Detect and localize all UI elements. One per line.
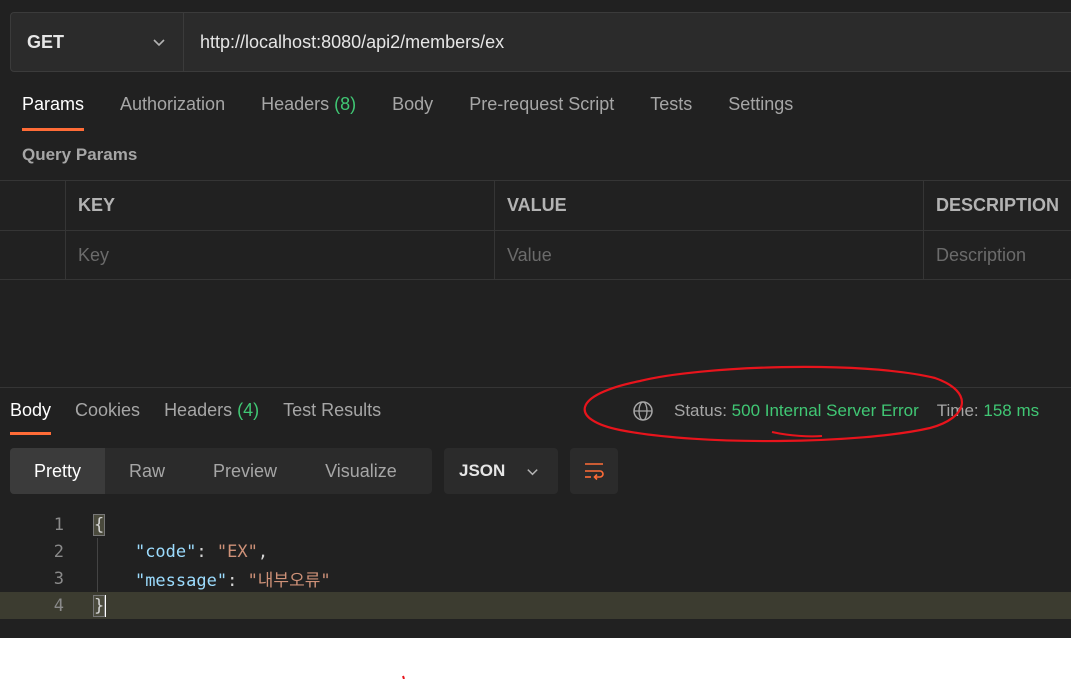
tab-tests[interactable]: Tests <box>650 94 692 132</box>
mode-pretty[interactable]: Pretty <box>10 448 106 494</box>
request-tabs: Params Authorization Headers (8) Body Pr… <box>22 94 829 132</box>
response-tab-headers[interactable]: Headers (4) <box>164 400 259 421</box>
key-input[interactable]: Key <box>65 231 494 279</box>
code-text: } <box>92 594 107 617</box>
url-input[interactable]: http://localhost:8080/api2/members/ex <box>184 13 1071 71</box>
status-value[interactable]: 500 Internal Server Error <box>732 401 919 421</box>
line-number: 1 <box>53 514 64 535</box>
response-status: Status: 500 Internal Server Error Time: … <box>632 400 1039 422</box>
column-description: DESCRIPTION <box>923 181 1071 230</box>
method-select[interactable]: GET <box>11 13 184 71</box>
code-line-current: 4 } <box>0 592 1071 619</box>
column-key: KEY <box>65 181 494 230</box>
tab-settings[interactable]: Settings <box>728 94 793 132</box>
tab-pre-request-script[interactable]: Pre-request Script <box>469 94 614 132</box>
line-number: 3 <box>53 568 64 589</box>
headers-count: (8) <box>334 94 357 114</box>
line-number: 2 <box>53 541 64 562</box>
view-mode-group: Pretty Raw Preview Visualize <box>10 448 432 494</box>
time-label: Time: <box>936 401 979 420</box>
code-text: "message": "내부오류" <box>134 571 331 591</box>
value-input[interactable]: Value <box>494 231 923 279</box>
indent-guide <box>97 538 98 592</box>
row-checkbox-cell <box>0 231 65 279</box>
tab-headers[interactable]: Headers (8) <box>261 94 356 132</box>
code-brace: { <box>92 513 106 536</box>
text-cursor <box>104 594 107 617</box>
status-label: Status: <box>674 401 727 420</box>
postman-app: GET http://localhost:8080/api2/members/e… <box>0 0 1071 638</box>
code-brace: } <box>92 594 106 617</box>
code-text: "code": "EX", <box>134 541 269 562</box>
globe-icon[interactable] <box>632 400 654 422</box>
line-number: 4 <box>53 595 64 616</box>
tab-body[interactable]: Body <box>392 94 433 132</box>
response-headers-count: (4) <box>237 400 260 420</box>
response-tabs: Body Cookies Headers (4) Test Results <box>10 400 405 435</box>
wrap-lines-icon <box>585 463 604 481</box>
code-line: 3 "message": "내부오류" <box>0 565 1071 592</box>
code-line: 1 { <box>0 511 1071 538</box>
column-value: VALUE <box>494 181 923 230</box>
table-row: Key Value Description <box>0 230 1071 280</box>
table-header-row: KEY VALUE DESCRIPTION <box>0 180 1071 230</box>
url-text: http://localhost:8080/api2/members/ex <box>200 31 505 52</box>
code-text: { <box>92 513 106 536</box>
response-tab-body[interactable]: Body <box>10 400 52 435</box>
json-trail: , <box>257 541 269 562</box>
chevron-down-icon <box>153 39 165 47</box>
request-bar: GET http://localhost:8080/api2/members/e… <box>10 12 1071 72</box>
format-label: JSON <box>459 461 506 480</box>
response-divider <box>0 387 1071 388</box>
json-value: "내부오류" <box>247 571 331 591</box>
chevron-down-icon <box>527 468 538 475</box>
json-key: "message" <box>134 571 228 591</box>
tab-authorization[interactable]: Authorization <box>120 94 225 132</box>
query-params-table: KEY VALUE DESCRIPTION Key Value Descript… <box>0 180 1071 280</box>
json-key: "code" <box>134 541 197 562</box>
code-line: 2 "code": "EX", <box>0 538 1071 565</box>
format-select[interactable]: JSON <box>444 448 558 494</box>
checkbox-column <box>0 181 65 230</box>
tab-params[interactable]: Params <box>22 94 85 132</box>
time-value[interactable]: 158 ms <box>983 401 1039 421</box>
response-tab-cookies[interactable]: Cookies <box>75 400 140 421</box>
mode-raw[interactable]: Raw <box>105 448 189 494</box>
method-label: GET <box>27 31 65 52</box>
response-tab-test-results[interactable]: Test Results <box>283 400 381 421</box>
json-value: "EX" <box>216 541 258 562</box>
description-input[interactable]: Description <box>923 231 1071 279</box>
mode-visualize[interactable]: Visualize <box>301 448 421 494</box>
response-body-code[interactable]: 1 { 2 "code": "EX", 3 "message": "내부오류" … <box>0 511 1071 619</box>
wrap-lines-button[interactable] <box>570 448 618 494</box>
mode-preview[interactable]: Preview <box>189 448 301 494</box>
query-params-title: Query Params <box>22 145 138 164</box>
